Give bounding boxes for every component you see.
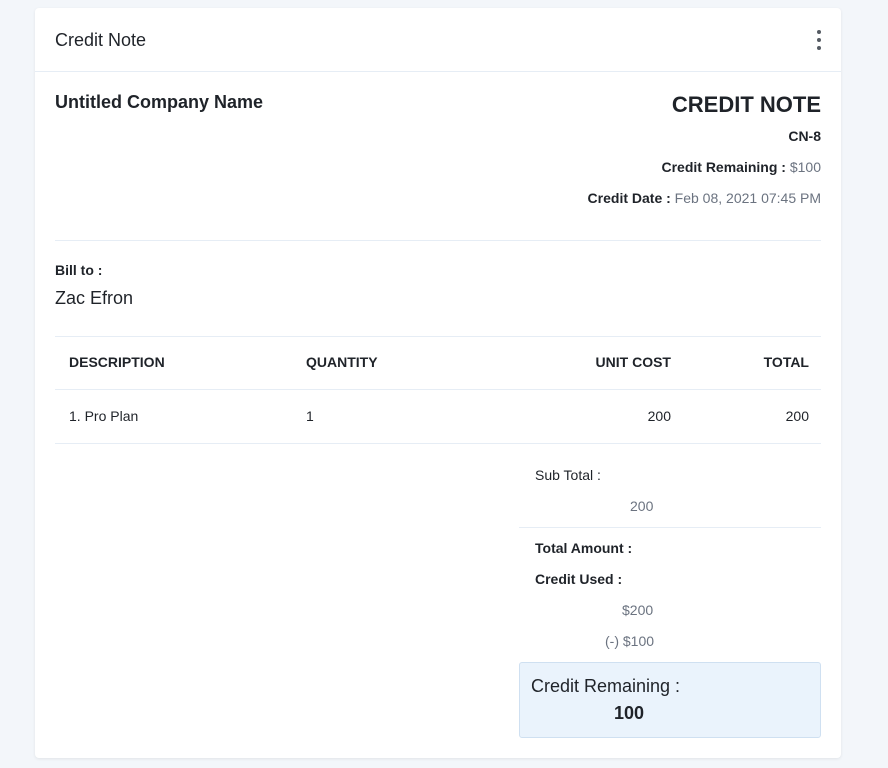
column-header-unit-cost: UNIT COST [595,354,671,370]
bill-to-name: Zac Efron [55,288,134,308]
more-vertical-icon[interactable] [813,30,825,50]
credit-remaining-meta-label: Credit Remaining : [661,159,786,175]
subtotal-value: 200 [630,498,654,514]
row-total: 200 [785,408,809,424]
bill-to-label: Bill to : [55,262,103,278]
subtotal-label: Sub Total : [535,467,601,483]
document-number: CN-8 [788,128,821,144]
row-quantity: 1 [306,408,314,424]
column-header-total: TOTAL [763,354,809,370]
credit-used-value: (-) $100 [605,633,655,649]
company-name: Untitled Company Name [55,92,264,112]
column-header-quantity: QUANTITY [306,354,378,370]
card-header: Credit Note [35,8,841,72]
credit-remaining-meta: Credit Remaining : $100 [661,159,821,175]
credit-note-card: Credit Note Untitled Company Name CREDIT… [35,8,841,758]
credit-date-label: Credit Date : [587,190,671,206]
summary-divider [519,527,821,528]
credit-remaining-label: Credit Remaining : [531,676,681,696]
row-unit-cost: 200 [647,408,671,424]
credit-date-value: Feb 08, 2021 07:45 PM [674,190,821,206]
document-title: CREDIT NOTE [671,92,821,117]
credit-date-meta: Credit Date : Feb 08, 2021 07:45 PM [588,190,821,206]
table-top-divider [55,336,821,337]
divider [55,240,821,241]
column-header-description: DESCRIPTION [69,354,165,370]
total-amount-value: $200 [622,602,654,618]
credit-remaining-value: 100 [614,703,645,723]
total-amount-label: Total Amount : [535,540,633,556]
table-bottom-divider [55,443,821,444]
table-header-divider [55,389,821,390]
credit-used-label: Credit Used : [535,571,623,587]
credit-remaining-box: Credit Remaining : 100 [519,662,821,738]
card-title: Credit Note [55,30,147,50]
row-description: 1. Pro Plan [69,408,139,424]
credit-remaining-meta-value: $100 [789,159,821,175]
